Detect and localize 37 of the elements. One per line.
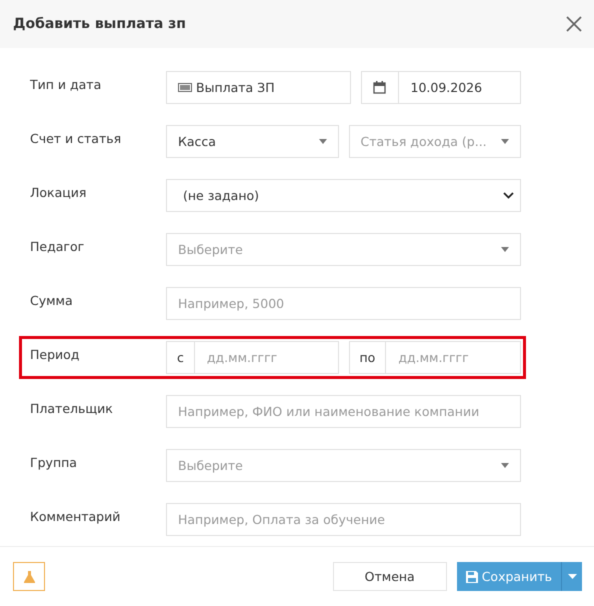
select-field[interactable]: (не задано) [166,179,521,212]
field-label: Плательщик [29,400,114,416]
money-icon [178,83,192,92]
field-label: Группа [29,454,78,470]
field-label: Сумма [29,292,74,308]
calendar-icon[interactable] [360,71,398,104]
save-button[interactable]: Сохранить [456,562,561,591]
input-field[interactable]: Например, Оплата за обучение [166,503,521,536]
field-label: Тип и дата [29,76,102,92]
flask-icon [24,570,34,582]
select-field[interactable]: Касса [166,125,338,158]
caret-icon [501,463,509,468]
select-field[interactable]: Выберите [166,449,521,482]
date-field[interactable]: 10.09.2026 [398,71,521,104]
input-field[interactable]: Например, 5000 [166,287,521,320]
select-field[interactable]: Статья дохода (р... [348,125,521,158]
caret-icon [318,139,326,144]
select-field[interactable]: Выберите [166,233,521,266]
caret-icon [501,247,509,252]
caret-icon [501,139,509,144]
field-label: Локация [29,184,88,200]
input-field[interactable]: дд.мм.гггг [194,341,338,374]
field-label: Комментарий [29,508,122,524]
field-label: Период [29,346,80,362]
dropdown-toggle[interactable] [561,562,582,591]
input-field[interactable]: Например, ФИО или наименование компании [166,395,521,428]
type-select[interactable]: Выплата ЗП [166,71,350,104]
input-addon: по [348,341,386,374]
chevron-icon [503,192,514,199]
field-label: Счет и статья [29,130,122,146]
field-label: Педагог [29,238,86,254]
caret-icon [568,574,576,579]
close-icon[interactable] [566,16,582,32]
cancel-button[interactable]: Отмена [332,562,447,591]
input-field[interactable]: дд.мм.гггг [385,341,521,374]
input-addon: с [166,341,194,374]
dialog-title: Добавить выплата зп [13,16,186,32]
